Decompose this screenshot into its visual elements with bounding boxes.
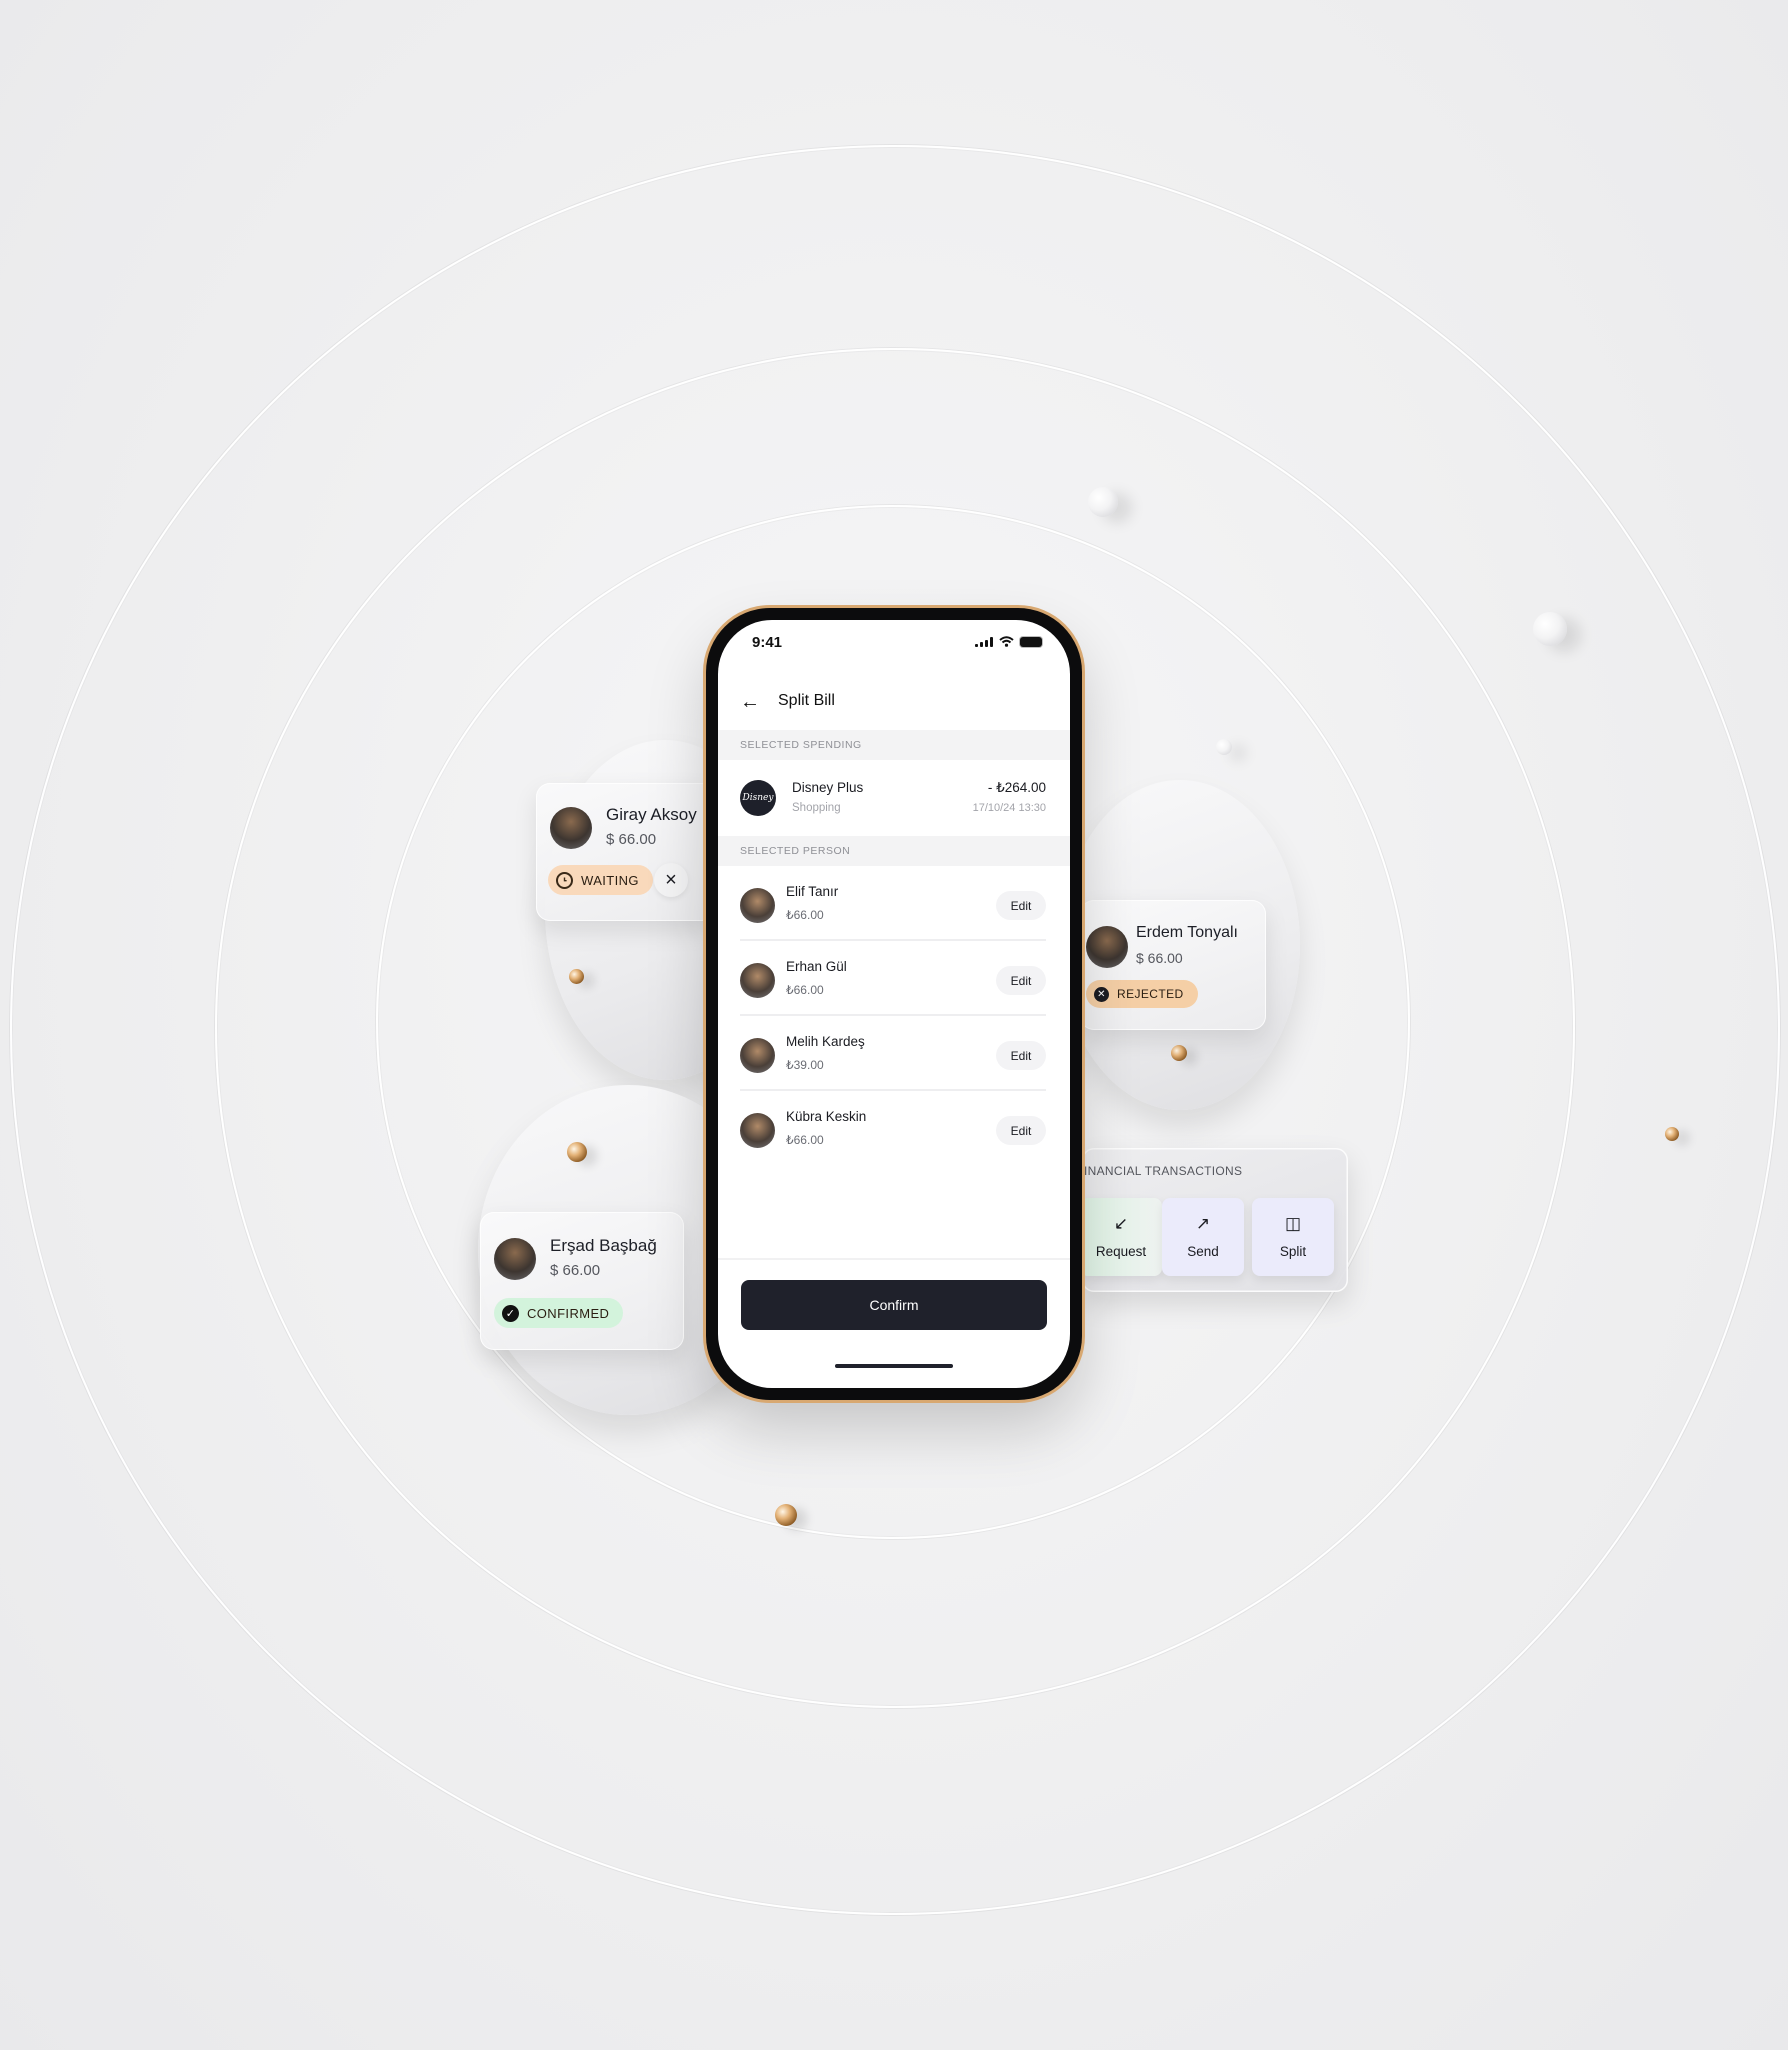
battery-icon — [1020, 636, 1042, 647]
spending-datetime: 17/10/24 13:30 — [972, 802, 1046, 814]
person-name: Giray Aksoy — [606, 805, 697, 824]
list-item: Kübra Keskin ₺66.00 Edit — [740, 1091, 1046, 1164]
action-label: Request — [1095, 1244, 1147, 1259]
avatar — [740, 888, 775, 923]
request-button[interactable]: ↙ Request — [1082, 1198, 1162, 1276]
person-name: Melih Kardeş — [786, 1034, 865, 1049]
person-name: Erhan Gül — [786, 959, 847, 974]
avatar — [740, 1038, 775, 1073]
clock-icon — [556, 871, 573, 889]
status-badge-waiting: WAITING — [548, 865, 653, 895]
person-amount: $ 66.00 — [550, 1262, 601, 1279]
check-circle-icon: ✓ — [502, 1304, 519, 1322]
avatar — [740, 963, 775, 998]
cellular-signal-icon — [975, 636, 993, 647]
top-nav: ← Split Bill — [718, 680, 1070, 724]
decorative-sphere-gold — [1665, 1127, 1679, 1141]
avatar — [1086, 926, 1128, 968]
phone-screen: 9:41 ← Split Bill SELECTED SPENDING Disn… — [718, 620, 1070, 1388]
status-label: REJECTED — [1117, 987, 1184, 1001]
status-badge-rejected: ✕ REJECTED — [1086, 980, 1198, 1008]
status-label: WAITING — [581, 872, 639, 888]
home-indicator — [835, 1364, 953, 1368]
list-item: Erhan Gül ₺66.00 Edit — [740, 941, 1046, 1016]
decorative-sphere-gold — [1171, 1045, 1187, 1061]
edit-button[interactable]: Edit — [996, 891, 1046, 920]
back-button[interactable]: ← — [738, 690, 762, 714]
section-label: SELECTED PERSON — [740, 845, 851, 857]
action-label: Split — [1279, 1244, 1307, 1259]
split-button[interactable]: ◫ Split — [1252, 1198, 1334, 1276]
confirm-button[interactable]: Confirm — [741, 1280, 1047, 1330]
person-list: Elif Tanır ₺66.00 Edit Erhan Gül ₺66.00 … — [740, 866, 1046, 1164]
panel-title: INANCIAL TRANSACTIONS — [1084, 1164, 1243, 1178]
close-icon: × — [665, 868, 677, 891]
decorative-sphere — [1533, 612, 1567, 646]
edit-button[interactable]: Edit — [996, 966, 1046, 995]
person-amount: $ 66.00 — [606, 831, 657, 848]
spending-amount: - ₺264.00 — [987, 780, 1046, 795]
close-button[interactable]: × — [654, 863, 688, 897]
person-card-ersad: Erşad Başbağ $ 66.00 ✓ CONFIRMED — [480, 1212, 684, 1350]
person-name: Erdem Tonyalı — [1136, 924, 1238, 941]
edit-button[interactable]: Edit — [996, 1041, 1046, 1070]
status-bar: 9:41 — [718, 620, 1070, 666]
person-amount: ₺66.00 — [786, 1133, 824, 1147]
wifi-icon — [999, 636, 1014, 647]
person-amount: ₺66.00 — [786, 908, 824, 922]
merchant-category: Shopping — [792, 802, 841, 814]
person-name: Kübra Keskin — [786, 1109, 867, 1124]
person-amount: $ 66.00 — [1136, 950, 1183, 966]
person-amount: ₺39.00 — [786, 1058, 824, 1072]
selected-spending-item[interactable]: Disney Disney Plus Shopping - ₺264.00 17… — [718, 760, 1070, 836]
decorative-sphere — [1216, 739, 1232, 755]
decorative-sphere-gold — [775, 1504, 797, 1526]
page-title: Split Bill — [778, 692, 835, 709]
financial-transactions-panel: INANCIAL TRANSACTIONS ↙ Request ↗ Send ◫… — [1082, 1148, 1348, 1292]
person-card-giray: Giray Aksoy $ 66.00 WAITING × — [536, 783, 716, 921]
list-item: Melih Kardeş ₺39.00 Edit — [740, 1016, 1046, 1091]
action-label: Send — [1187, 1244, 1219, 1259]
avatar — [550, 807, 592, 849]
person-amount: ₺66.00 — [786, 983, 824, 997]
send-button[interactable]: ↗ Send — [1162, 1198, 1244, 1276]
avatar — [740, 1113, 775, 1148]
avatar — [494, 1238, 536, 1280]
person-card-erdem: Erdem Tonyalı $ 66.00 ✕ REJECTED — [1080, 900, 1266, 1030]
merchant-name: Disney Plus — [792, 780, 864, 795]
disney-logo-icon: Disney — [740, 780, 776, 816]
status-label: CONFIRMED — [527, 1305, 610, 1321]
arrow-down-left-icon: ↙ — [1113, 1214, 1129, 1233]
arrow-up-right-icon: ↗ — [1195, 1214, 1211, 1233]
section-label: SELECTED SPENDING — [740, 739, 862, 751]
person-name: Elif Tanır — [786, 884, 839, 899]
decorative-sphere — [1088, 487, 1118, 517]
status-icons — [975, 636, 1042, 647]
decorative-sphere-gold — [567, 1142, 587, 1162]
x-circle-icon: ✕ — [1094, 986, 1109, 1002]
decorative-sphere-gold — [569, 969, 584, 984]
edit-button[interactable]: Edit — [996, 1116, 1046, 1145]
list-item: Elif Tanır ₺66.00 Edit — [740, 866, 1046, 941]
divider — [718, 1258, 1070, 1260]
person-name: Erşad Başbağ — [550, 1236, 657, 1255]
phone-mockup: 9:41 ← Split Bill SELECTED SPENDING Disn… — [706, 608, 1082, 1400]
status-badge-confirmed: ✓ CONFIRMED — [494, 1298, 624, 1328]
arrow-left-icon: ← — [740, 690, 760, 713]
status-time: 9:41 — [752, 634, 783, 651]
section-header-spending: SELECTED SPENDING — [718, 730, 1070, 760]
section-header-person: SELECTED PERSON — [718, 836, 1070, 866]
split-columns-icon: ◫ — [1284, 1214, 1302, 1233]
